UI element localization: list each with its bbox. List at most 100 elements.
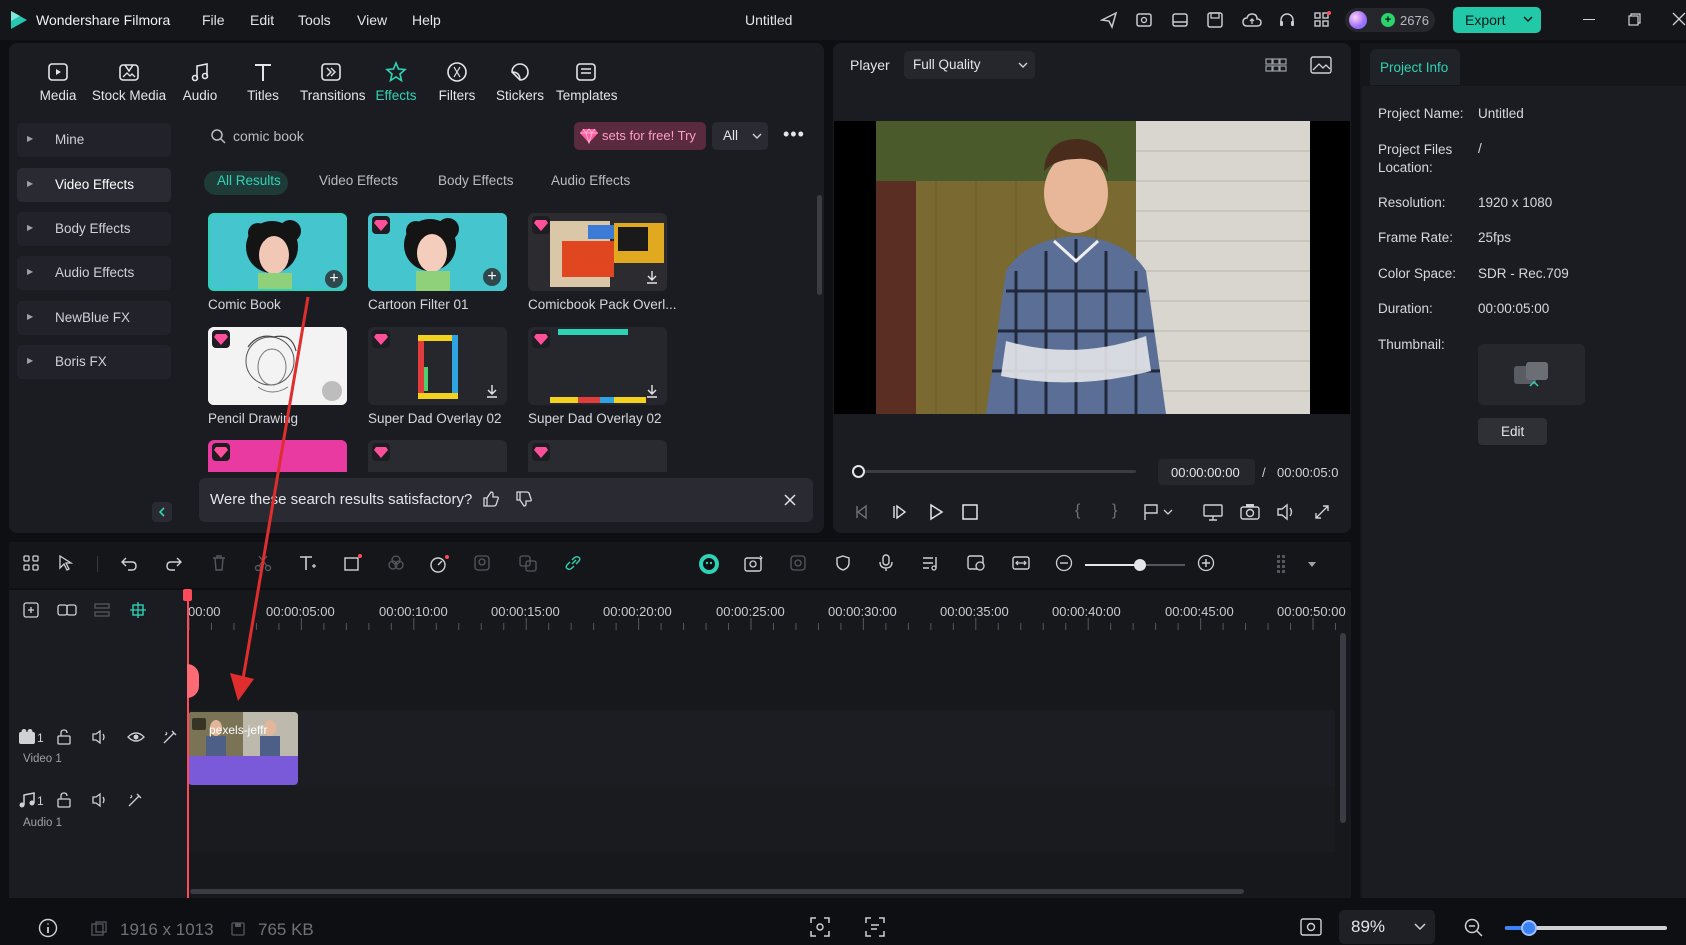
caret-down-icon[interactable] — [1307, 561, 1317, 569]
track-magic-icon[interactable] — [162, 729, 178, 745]
result-thumbnail[interactable]: + — [368, 213, 507, 291]
track-magic-icon[interactable] — [127, 792, 143, 808]
tool-transitions[interactable]: Transitions — [300, 60, 366, 103]
camera-snapshot-icon[interactable] — [1240, 503, 1260, 521]
track-manager-icon[interactable] — [93, 601, 111, 619]
menu-edit[interactable]: Edit — [250, 12, 274, 28]
save-icon[interactable] — [1206, 11, 1224, 29]
export-button[interactable]: Export — [1453, 7, 1541, 33]
tool-filters[interactable]: Filters — [427, 60, 487, 103]
auto-highlight-icon[interactable] — [743, 554, 765, 574]
scrubber-handle[interactable] — [852, 465, 865, 478]
multi-select-icon[interactable] — [22, 554, 40, 572]
tool-media[interactable]: Media — [28, 60, 88, 103]
filter-tab-all-results-label[interactable]: All Results — [217, 173, 281, 188]
previous-frame-icon[interactable] — [853, 503, 871, 521]
category-audio-effects[interactable]: ▶ Audio Effects — [17, 256, 171, 290]
play-frame-icon[interactable] — [891, 503, 909, 521]
add-icon[interactable]: + — [325, 270, 343, 288]
mute-track-icon[interactable] — [92, 729, 108, 745]
video-clip[interactable]: pexels-jeffr — [188, 712, 298, 785]
shield-icon[interactable] — [834, 554, 852, 572]
add-icon[interactable]: + — [483, 268, 501, 286]
redo-icon[interactable] — [165, 554, 183, 572]
select-cursor-icon[interactable] — [57, 554, 77, 572]
cloud-upload-icon[interactable] — [1242, 11, 1262, 29]
mark-out-icon[interactable]: } — [1112, 502, 1117, 520]
volume-icon[interactable] — [1276, 503, 1296, 521]
category-newblue-fx[interactable]: ▶ NewBlue FX — [17, 301, 171, 335]
tool-titles[interactable]: Titles — [233, 60, 293, 103]
ai-translate-icon[interactable] — [518, 554, 538, 572]
restore-icon[interactable] — [1628, 13, 1641, 26]
zoom-in-icon[interactable] — [1197, 554, 1215, 572]
timeline-zoom-slider[interactable] — [1085, 559, 1185, 571]
play-icon[interactable] — [927, 503, 945, 521]
close-feedback-icon[interactable] — [783, 493, 797, 507]
link-icon[interactable] — [564, 554, 582, 572]
thumbs-down-icon[interactable] — [515, 490, 533, 508]
info-icon[interactable] — [38, 918, 58, 938]
result-thumbnail[interactable] — [368, 327, 507, 405]
result-thumbnail[interactable] — [528, 213, 667, 291]
zoom-slider-handle[interactable] — [1134, 559, 1146, 571]
more-options-icon[interactable]: ••• — [783, 125, 805, 143]
send-icon[interactable] — [1100, 11, 1118, 29]
filter-tab-video-effects[interactable]: Video Effects — [319, 173, 398, 188]
render-preview-icon[interactable] — [789, 554, 807, 572]
display-icon[interactable] — [1203, 503, 1223, 521]
link-tracks-icon[interactable] — [57, 601, 77, 619]
snap-magnet-icon[interactable] — [128, 600, 148, 620]
filter-tab-body-effects[interactable]: Body Effects — [438, 173, 514, 188]
tool-stock-media[interactable]: Stock Media — [89, 60, 169, 103]
category-body-effects[interactable]: ▶ Body Effects — [17, 212, 171, 246]
result-thumbnail[interactable]: + — [208, 213, 347, 291]
download-icon[interactable] — [644, 269, 660, 285]
search-input[interactable]: comic book — [233, 128, 304, 144]
minimize-icon[interactable] — [1583, 19, 1595, 20]
mark-in-icon[interactable]: { — [1075, 502, 1080, 520]
promo-button[interactable]: sets for free! Try — [574, 122, 706, 150]
layout-grid-icon[interactable] — [1276, 554, 1292, 574]
speed-icon[interactable] — [428, 554, 450, 574]
picture-in-picture-icon[interactable] — [966, 554, 986, 572]
timeline-vertical-scrollbar[interactable] — [1340, 633, 1346, 823]
collapse-sidebar-button[interactable] — [152, 502, 172, 522]
download-icon[interactable] — [644, 383, 660, 399]
grid-view-icon[interactable] — [1265, 57, 1287, 73]
playhead-top-handle[interactable] — [183, 589, 192, 601]
color-icon[interactable] — [387, 554, 405, 572]
zoom-level-dropdown[interactable]: 89% — [1339, 910, 1435, 944]
category-mine[interactable]: ▶ Mine — [17, 123, 171, 157]
delete-icon[interactable] — [210, 554, 228, 572]
avatar[interactable] — [1349, 11, 1367, 29]
lock-track-icon[interactable] — [56, 729, 72, 745]
fullscreen-icon[interactable] — [1313, 503, 1331, 521]
tool-audio[interactable]: Audio — [170, 60, 230, 103]
screenshot-region-icon[interactable] — [810, 917, 830, 937]
layout-icon[interactable] — [1171, 11, 1189, 29]
fit-width-icon[interactable] — [1011, 554, 1031, 572]
current-time[interactable]: 00:00:00:00 — [1158, 459, 1255, 485]
zoom-out-magnifier-icon[interactable] — [1464, 918, 1484, 938]
playhead-line[interactable] — [187, 590, 189, 898]
text-recognition-icon[interactable] — [865, 917, 885, 937]
zoom-out-icon[interactable] — [1055, 554, 1073, 572]
microphone-icon[interactable] — [877, 554, 895, 572]
apps-grid-icon[interactable] — [1313, 11, 1331, 29]
crop-icon[interactable] — [343, 554, 363, 572]
audio-mix-icon[interactable] — [921, 554, 941, 572]
category-video-effects[interactable]: ▶ Video Effects — [17, 168, 171, 202]
lock-track-icon[interactable] — [56, 792, 72, 808]
result-thumbnail[interactable] — [528, 440, 667, 472]
thumbs-up-icon[interactable] — [482, 490, 500, 508]
fit-screen-icon[interactable] — [1300, 917, 1322, 937]
category-boris-fx[interactable]: ▶ Boris FX — [17, 345, 171, 379]
close-window-icon[interactable] — [1672, 12, 1686, 26]
filter-tab-audio-effects[interactable]: Audio Effects — [551, 173, 630, 188]
playback-scrubber[interactable] — [858, 470, 1136, 473]
tool-effects[interactable]: Effects — [366, 60, 426, 103]
visibility-eye-icon[interactable] — [127, 730, 145, 744]
mute-track-icon[interactable] — [92, 792, 108, 808]
add-track-icon[interactable] — [22, 601, 40, 619]
